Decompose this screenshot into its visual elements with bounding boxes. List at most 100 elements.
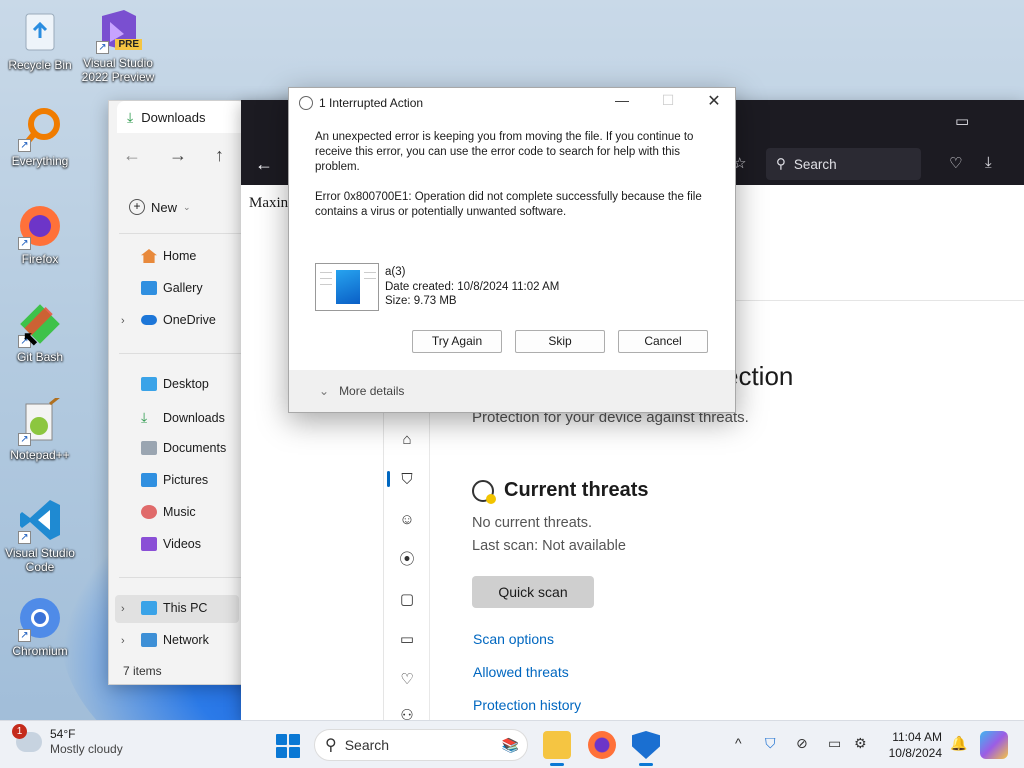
visual-studio-icon: PRE ↗ [94,6,142,54]
desktop-icon-label: Chromium [12,644,68,658]
forward-arrow-icon[interactable]: → [169,145,187,166]
account-icon[interactable]: ☺ [398,511,416,529]
cancel-button[interactable]: Cancel [618,330,708,353]
security-tray-icon[interactable]: ⛉ [765,735,776,752]
desktop-icon-git-bash[interactable]: ↗ Git Bash [0,300,80,364]
tab-downloads[interactable]: ⤓ Downloads [117,101,245,133]
pictures-icon [141,473,157,487]
network-signal-icon[interactable]: ⦿ [398,551,416,569]
sidebar-item-pictures[interactable]: Pictures [141,473,208,487]
shield-icon[interactable]: ⛉ [398,471,416,489]
desktop-icon [141,377,157,391]
interrupted-action-dialog[interactable]: 1 Interrupted Action — ☐ ✕ An unexpected… [288,87,736,413]
file-explorer-taskbar-icon[interactable] [543,731,571,759]
home-icon[interactable]: ⌂ [398,431,416,449]
sidebar-item-downloads[interactable]: ⤓ Downloads [141,409,225,426]
notepad-plus-plus-icon: ↗ [16,394,64,446]
up-arrow-icon[interactable]: ↑ [215,145,224,166]
everything-search-icon: ↗ [16,104,64,152]
sidebar-item-network[interactable]: Network [141,633,209,647]
windows-security-taskbar-icon[interactable] [632,731,660,759]
desktop-icon-chromium[interactable]: ↗ Chromium [0,594,80,658]
desktop-icon-everything[interactable]: ↗ Everything [0,104,80,168]
home-icon [141,249,157,263]
notification-bell-icon[interactable]: 🔔 [950,735,967,752]
sidebar-item-label: Home [163,249,197,263]
back-arrow-icon[interactable]: ← [255,154,273,175]
dialog-title: 1 Interrupted Action [319,96,424,110]
browser-search-box[interactable]: ⚲ Search [766,148,921,180]
sidebar-item-documents[interactable]: Documents [141,441,226,455]
health-icon[interactable]: ♡ [398,671,416,689]
error-code-text: Error 0x800700E1: Operation did not comp… [315,191,702,218]
desktop-icon-label: Notepad++ [10,448,70,462]
shortcut-arrow-icon: ↗ [18,433,31,446]
network-icon [141,633,157,647]
scan-options-link[interactable]: Scan options [473,631,554,647]
gallery-icon [141,281,157,295]
sidebar-item-label: Network [163,633,209,647]
active-indicator [387,471,390,487]
new-label: New [151,199,178,215]
weather-temperature: 54°F [50,727,76,741]
sidebar-item-label: Documents [163,441,227,455]
minimize-icon[interactable]: — [607,92,637,108]
taskbar-search-box[interactable]: ⚲ Search 📚 [314,729,528,761]
close-icon[interactable]: ✕ [699,91,729,111]
quick-scan-button[interactable]: Quick scan [472,576,594,608]
allowed-threats-link[interactable]: Allowed threats [473,664,569,680]
plus-icon: + [129,199,145,215]
desktop-icon-recycle-bin[interactable]: Recycle Bin [0,8,80,72]
sidebar-item-music[interactable]: Music [141,505,196,519]
dialog-title-bar[interactable]: 1 Interrupted Action — ☐ ✕ [289,88,735,118]
chevron-right-icon[interactable]: › [121,315,125,327]
sidebar-item-home[interactable]: Home [141,249,196,263]
maximize-icon: ☐ [661,92,675,108]
start-button[interactable] [276,734,300,758]
desktop-icon-firefox[interactable]: ↗ Firefox [0,202,80,266]
protection-history-link[interactable]: Protection history [473,697,581,713]
accessibility-icon[interactable]: ⚙ [854,735,867,752]
sidebar-item-this-pc[interactable]: This PC [141,601,207,615]
shortcut-arrow-icon: ↗ [18,531,31,544]
sidebar-item-onedrive[interactable]: OneDrive [141,313,216,327]
weather-widget[interactable]: 1 54°F Mostly cloudy [12,724,123,757]
more-details-toggle[interactable]: ⌄ More details [319,384,404,398]
recycle-bin-icon [16,8,64,56]
sidebar-item-gallery[interactable]: Gallery [141,281,203,295]
file-name: a(3) [385,266,406,278]
sidebar-item-label: Pictures [163,473,209,487]
network-disconnected-icon[interactable]: ⊘ [796,735,808,752]
back-arrow-icon[interactable]: ← [123,145,141,166]
last-scan-text: Last scan: Not available [472,538,626,554]
desktop-icon-vscode[interactable]: ↗ Visual Studio Code [0,496,80,574]
sidebar-item-desktop[interactable]: Desktop [141,377,209,391]
clock-icon [299,96,313,110]
device-icon[interactable]: ▭ [398,631,416,649]
desktop-icon-notepad-plus-plus[interactable]: ↗ Notepad++ [0,394,80,462]
display-icon[interactable]: ▭ [828,735,841,752]
window-restore-icon[interactable]: ▭ [955,112,969,130]
firefox-taskbar-icon[interactable] [588,731,616,759]
pocket-icon[interactable]: ♡ [949,154,962,172]
sidebar-item-videos[interactable]: Videos [141,537,201,551]
clock[interactable]: 11:04 AM 10/8/2024 [880,729,942,761]
try-again-button[interactable]: Try Again [412,330,502,353]
download-icon: ⤓ [141,409,148,425]
chevron-right-icon[interactable]: › [121,603,125,615]
sidebar-item-label: Videos [163,537,201,551]
download-icon[interactable]: ⤓ [985,154,992,171]
chevron-right-icon[interactable]: › [121,635,125,647]
desktop-icon-label: Recycle Bin [8,58,72,72]
desktop-icon-label: Git Bash [16,350,64,364]
firefox-icon: ↗ [16,202,64,250]
file-info: a(3) Date created: 10/8/2024 11:02 AM Si… [385,265,559,309]
new-button[interactable]: + New ⌄ [129,199,191,215]
app-browser-icon[interactable]: ▢ [398,591,416,609]
taskbar: 1 54°F Mostly cloudy ⚲ Search 📚 ^ ⛉ ⊘ ▭ … [0,720,1024,768]
chevron-up-icon[interactable]: ^ [735,735,742,751]
search-icon: ⚲ [325,737,337,754]
desktop-icon-visual-studio-preview[interactable]: PRE ↗ Visual Studio 2022 Preview [78,6,158,84]
skip-button[interactable]: Skip [515,330,605,353]
copilot-icon[interactable] [980,731,1008,759]
